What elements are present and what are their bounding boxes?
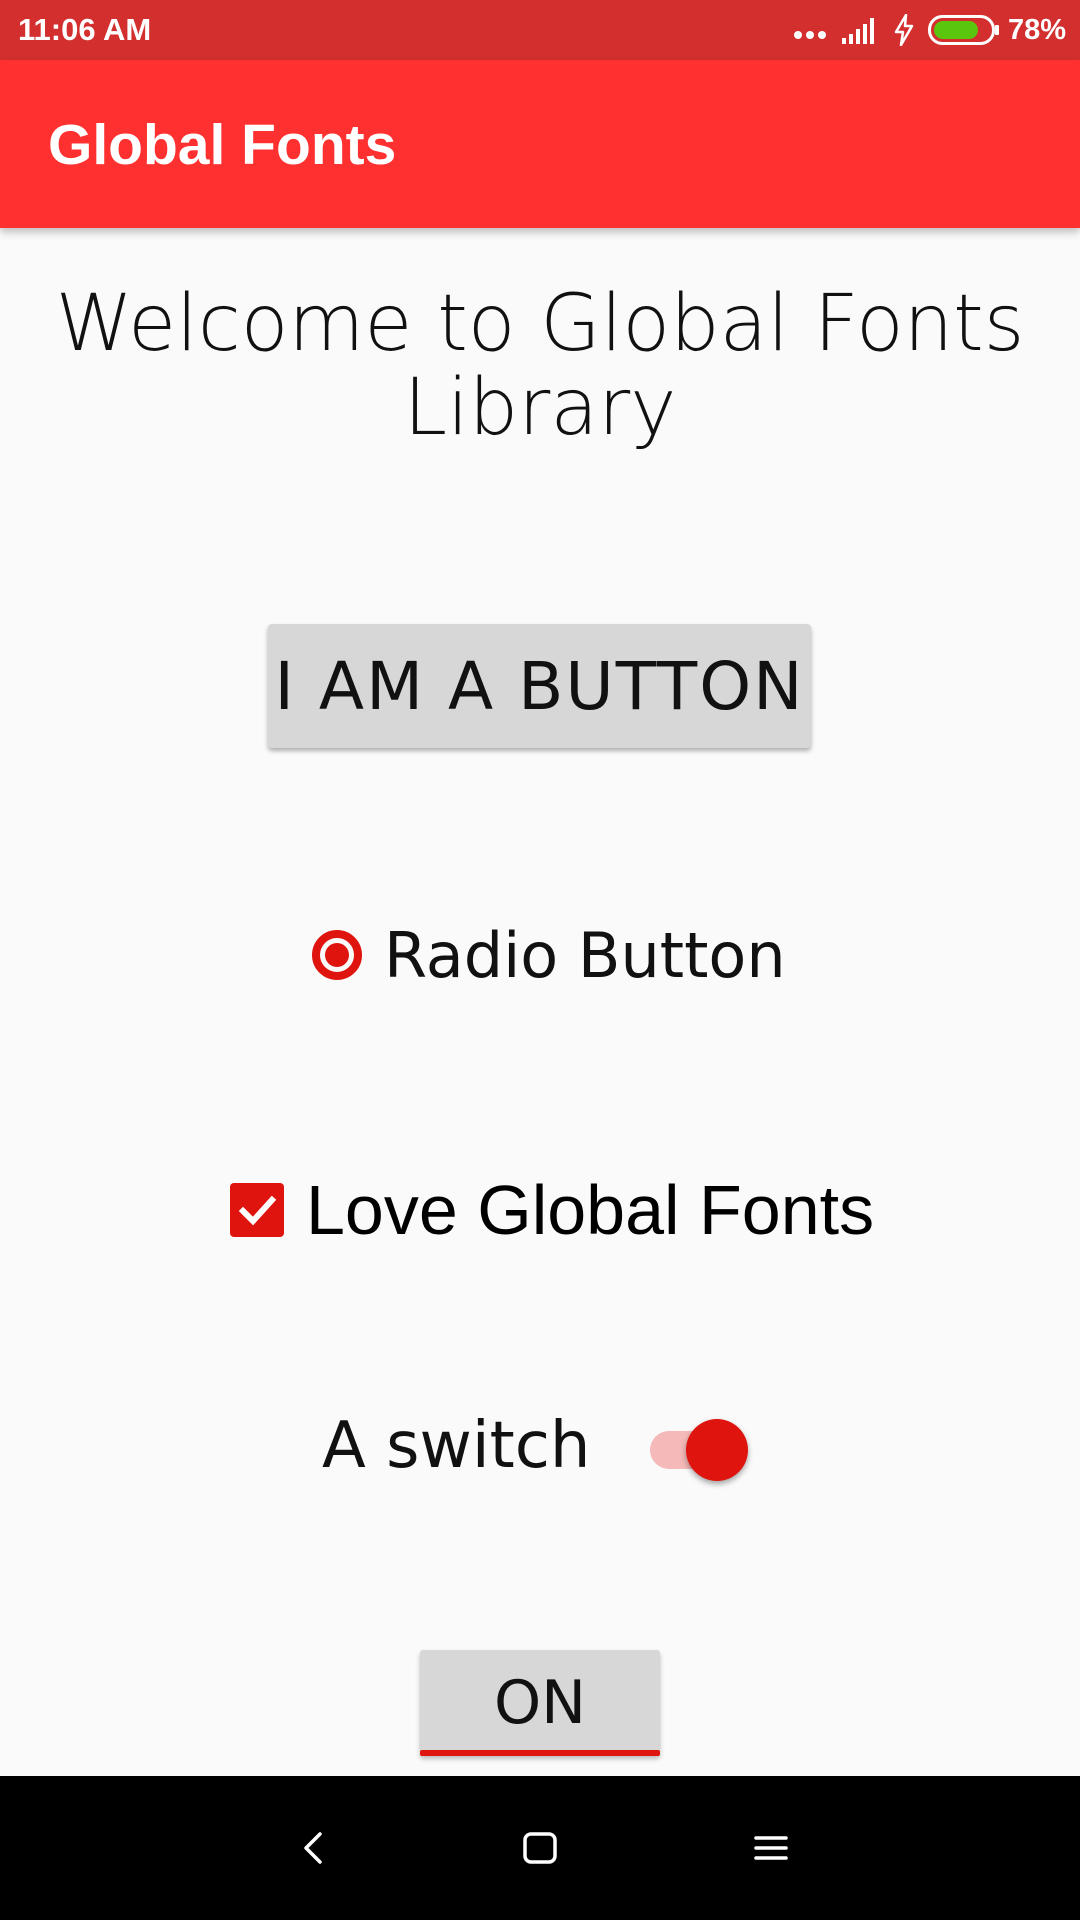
- primary-button[interactable]: I AM A BUTTON: [268, 624, 811, 748]
- battery-percent: 78%: [1007, 13, 1066, 46]
- checkbox[interactable]: Love Global Fonts: [230, 1170, 874, 1250]
- screen: 11:06 AM 78% Global Fonts Welcome to Glo…: [0, 0, 1080, 1920]
- switch-thumb: [686, 1419, 748, 1481]
- switch-toggle[interactable]: [650, 1414, 750, 1481]
- toggle-indicator: [420, 1750, 660, 1756]
- toggle-button[interactable]: ON: [420, 1650, 660, 1756]
- app-title: Global Fonts: [48, 113, 397, 177]
- battery-icon: [927, 15, 999, 45]
- status-icons: 78%: [776, 10, 1066, 50]
- more-dots-icon: [790, 21, 826, 39]
- welcome-text: Welcome to Global Fonts Library: [55, 279, 1025, 453]
- switch-label: A switch: [322, 1409, 591, 1483]
- navigation-bar: [0, 1776, 1080, 1920]
- status-time: 11:06 AM: [18, 12, 152, 47]
- charging-bolt-icon: [894, 14, 914, 46]
- app-bar: Global Fonts: [0, 60, 1080, 228]
- radio-label: Radio Button: [384, 918, 786, 992]
- checkmark-icon: [230, 1183, 284, 1237]
- radio-button[interactable]: Radio Button: [312, 918, 786, 992]
- back-icon[interactable]: [278, 1812, 350, 1884]
- home-icon[interactable]: [504, 1812, 576, 1884]
- status-bar: 11:06 AM 78%: [0, 0, 1080, 60]
- checkbox-label: Love Global Fonts: [306, 1171, 875, 1249]
- radio-circle-icon: [312, 930, 362, 980]
- signal-icon: [841, 18, 874, 44]
- radio-dot: [325, 943, 349, 967]
- menu-icon[interactable]: [735, 1812, 807, 1884]
